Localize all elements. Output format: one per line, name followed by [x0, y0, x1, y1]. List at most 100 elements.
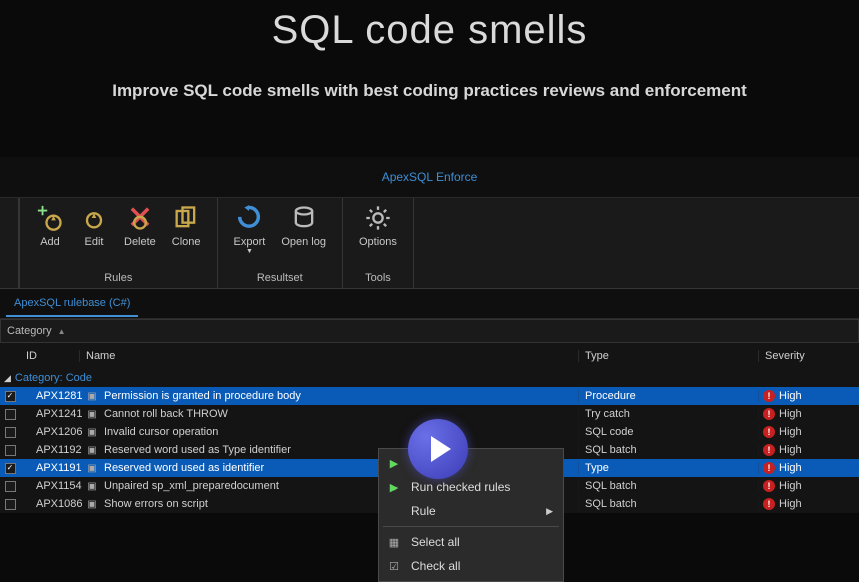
context-menu: ▶ Run checked rules ▶✓ Run checked rules… [378, 448, 564, 582]
row-id: APX1086 [20, 498, 80, 510]
row-id: APX1241 [20, 408, 80, 420]
row-severity: High [779, 462, 802, 474]
header-type[interactable]: Type [579, 350, 759, 362]
ribbon-group-rules: Add Edit Delete Clone Rules [20, 198, 218, 288]
header-id[interactable]: ID [20, 350, 80, 362]
product-link[interactable]: ApexSQL Enforce [382, 170, 478, 184]
add-button[interactable]: Add [30, 202, 70, 248]
menu-check-all-label: Check all [411, 559, 460, 573]
severity-icon: ! [763, 390, 775, 402]
row-checkbox[interactable] [5, 481, 16, 492]
check-all-icon: ☑ [387, 559, 401, 573]
ribbon-group-resultset: Export ▼ Open log Resultset [218, 198, 343, 288]
ribbon-group-rules [0, 198, 20, 288]
rule-icon: ▣ [86, 426, 98, 438]
ribbon-toolbar: Add Edit Delete Clone Rules Export ▼ [0, 197, 859, 289]
log-icon [290, 204, 318, 232]
row-severity: High [779, 480, 802, 492]
header-severity[interactable]: Severity [759, 350, 859, 362]
group-by-label: Category [7, 325, 52, 337]
menu-rule-label: Rule [411, 504, 436, 518]
row-checkbox[interactable] [5, 409, 16, 420]
row-checkbox[interactable] [5, 499, 16, 510]
play-check-icon: ▶✓ [387, 480, 401, 494]
row-severity: High [779, 426, 802, 438]
row-severity: High [779, 498, 802, 510]
menu-run-checked-rules[interactable]: ▶ Run checked rules [379, 451, 563, 475]
rule-icon: ▣ [86, 480, 98, 492]
row-checkbox[interactable] [5, 427, 16, 438]
menu-select-all[interactable]: ▦ Select all [379, 530, 563, 554]
row-type: SQL code [579, 426, 759, 438]
sort-arrow-icon: ▲ [58, 327, 66, 336]
rule-icon: ▣ [86, 444, 98, 456]
clone-label: Clone [172, 236, 201, 248]
category-label: Category: [15, 372, 63, 384]
category-value: Code [66, 372, 92, 384]
row-id: APX1154 [20, 480, 80, 492]
group-by-strip[interactable]: Category ▲ [0, 319, 859, 343]
submenu-arrow-icon: ▶ [546, 506, 553, 517]
openlog-button[interactable]: Open log [275, 202, 332, 248]
header-name[interactable]: Name [80, 350, 579, 362]
row-checkbox[interactable] [5, 445, 16, 456]
play-icon: ▶ [387, 456, 401, 470]
row-id: APX1281 [20, 390, 80, 402]
row-checkbox[interactable] [5, 391, 16, 402]
play-triangle-icon [431, 436, 451, 462]
row-type: Try catch [579, 408, 759, 420]
menu-run-checked-rules-2[interactable]: ▶✓ Run checked rules [379, 475, 563, 499]
severity-icon: ! [763, 462, 775, 474]
row-name: Reserved word used as Type identifier [104, 444, 291, 456]
row-type: SQL batch [579, 444, 759, 456]
delete-button[interactable]: Delete [118, 202, 162, 248]
chevron-down-icon: ▼ [246, 248, 253, 255]
delete-icon [126, 204, 154, 232]
row-name: Show errors on script [104, 498, 208, 510]
rule-icon: ▣ [86, 408, 98, 420]
select-all-icon: ▦ [387, 535, 401, 549]
row-id: APX1192 [20, 444, 80, 456]
clone-icon [172, 204, 200, 232]
row-type: Type [579, 462, 759, 474]
ribbon-group-label-resultset: Resultset [228, 272, 332, 286]
ribbon-group-label-rules: Rules [30, 272, 207, 286]
tab-rulebase[interactable]: ApexSQL rulebase (C#) [6, 291, 138, 317]
rule-icon: ▣ [86, 390, 98, 402]
severity-icon: ! [763, 480, 775, 492]
ribbon-group-label-tools: Tools [353, 272, 403, 286]
rule-icon: ▣ [86, 498, 98, 510]
export-icon [235, 204, 263, 232]
row-type: Procedure [579, 390, 759, 402]
menu-rule[interactable]: Rule ▶ [379, 499, 563, 523]
menu-check-all[interactable]: ☑ Check all [379, 554, 563, 578]
export-label: Export [234, 236, 266, 248]
row-id: APX1206 [20, 426, 80, 438]
options-button[interactable]: Options [353, 202, 403, 248]
row-name: Reserved word used as identifier [104, 462, 264, 474]
edit-button[interactable]: Edit [74, 202, 114, 248]
menu-select-all-label: Select all [411, 535, 460, 549]
add-label: Add [40, 236, 60, 248]
row-name: Cannot roll back THROW [104, 408, 228, 420]
row-severity: High [779, 444, 802, 456]
category-group-row[interactable]: ◢ Category: Code [0, 369, 859, 387]
rule-icon: ▣ [86, 462, 98, 474]
table-row[interactable]: APX1281 ▣ Permission is granted in procedu… [0, 387, 859, 405]
expand-icon[interactable]: ◢ [4, 373, 11, 384]
openlog-label: Open log [281, 236, 326, 248]
options-label: Options [359, 236, 397, 248]
menu-run-checked-label: Run checked rules [411, 480, 510, 494]
add-icon [36, 204, 64, 232]
play-video-button[interactable] [408, 419, 468, 479]
gear-icon [364, 204, 392, 232]
ribbon-group-tools: Options Tools [343, 198, 414, 288]
export-button[interactable]: Export ▼ [228, 202, 272, 255]
severity-icon: ! [763, 444, 775, 456]
row-name: Permission is granted in procedure body [104, 390, 301, 402]
clone-button[interactable]: Clone [166, 202, 207, 248]
row-name: Invalid cursor operation [104, 426, 218, 438]
delete-label: Delete [124, 236, 156, 248]
edit-icon [80, 204, 108, 232]
row-checkbox[interactable] [5, 463, 16, 474]
